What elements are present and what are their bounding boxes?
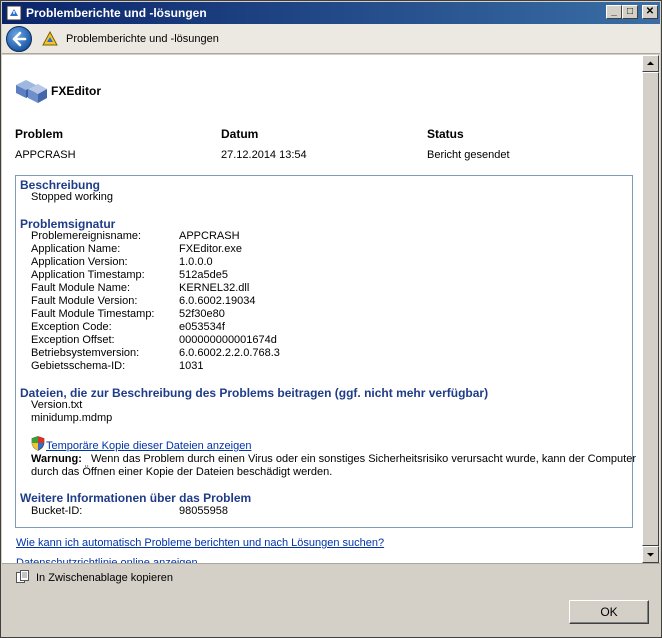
window-title: Problemberichte und -lösungen	[26, 6, 207, 20]
report-content: FXEditor Problem Datum Status APPCRASH 2…	[2, 55, 642, 563]
navigation-title: Problemberichte und -lösungen	[66, 33, 219, 45]
status-value: Bericht gesendet	[427, 149, 510, 161]
signature-value: 512a5de5	[179, 269, 228, 281]
scroll-down-button[interactable]	[642, 546, 659, 563]
scroll-thumb[interactable]	[642, 72, 659, 546]
ok-button[interactable]: OK	[569, 600, 649, 624]
bucket-id-label: Bucket-ID:	[31, 505, 83, 517]
description-text: Stopped working	[31, 191, 113, 203]
bucket-id-value: 98055958	[179, 505, 228, 517]
signature-label: Fault Module Name:	[31, 282, 131, 294]
file-item: Version.txt	[31, 399, 83, 411]
signature-label: Betriebsystemversion:	[31, 347, 140, 359]
signature-label: Exception Offset:	[31, 334, 115, 346]
auto-report-help-link[interactable]: Wie kann ich automatisch Probleme berich…	[16, 537, 384, 549]
signature-label: Application Name:	[31, 243, 121, 255]
signature-label: Problemereignisname:	[31, 230, 142, 242]
arrow-down-icon	[647, 553, 654, 557]
signature-label: Fault Module Timestamp:	[31, 308, 155, 320]
signature-label: Exception Code:	[31, 321, 112, 333]
date-header: Datum	[221, 127, 259, 141]
title-bar[interactable]: Problemberichte und -lösungen _ □ ✕	[2, 2, 660, 24]
navigation-bar: Problemberichte und -lösungen	[2, 24, 660, 54]
warning-text-line2: durch das Öffnen einer Kopie der Dateien…	[31, 466, 333, 478]
problem-reports-icon	[42, 31, 58, 46]
signature-value: 6.0.6002.2.2.0.768.3	[179, 347, 280, 359]
signature-label: Gebietsschema-ID:	[31, 360, 126, 372]
copy-to-clipboard-link[interactable]: In Zwischenablage kopieren	[36, 572, 173, 584]
vertical-scrollbar[interactable]	[642, 55, 660, 563]
back-arrow-icon	[12, 31, 27, 47]
status-header: Status	[427, 127, 464, 141]
problem-reports-icon	[6, 5, 22, 21]
signature-value: 52f30e80	[179, 308, 225, 320]
signature-label: Application Version:	[31, 256, 128, 268]
arrow-up-icon	[647, 61, 654, 65]
signature-value: 1.0.0.0	[179, 256, 213, 268]
back-button[interactable]	[6, 26, 32, 52]
file-item: minidump.mdmp	[31, 412, 113, 424]
problem-value: APPCRASH	[15, 149, 76, 161]
close-button[interactable]: ✕	[642, 5, 658, 19]
problem-reports-window: Problemberichte und -lösungen _ □ ✕ Prob…	[0, 0, 662, 638]
maximize-button[interactable]: □	[622, 5, 638, 19]
warning-label: Warnung:	[31, 453, 82, 465]
files-heading: Dateien, die zur Beschreibung des Proble…	[20, 386, 489, 400]
signature-value: 6.0.6002.19034	[179, 295, 256, 307]
application-icon	[16, 80, 47, 103]
signature-label: Application Timestamp:	[31, 269, 145, 281]
clipboard-copy-icon[interactable]	[16, 570, 29, 585]
problem-header: Problem	[15, 127, 64, 141]
signature-value: 000000000001674d	[179, 334, 277, 346]
signature-heading: Problemsignatur	[20, 217, 116, 231]
minimize-button[interactable]: _	[606, 5, 622, 19]
signature-value: 1031	[179, 360, 204, 372]
signature-value: APPCRASH	[179, 230, 240, 242]
report-details-box: Beschreibung Stopped working Problemsign…	[15, 175, 636, 528]
more-info-heading: Weitere Informationen über das Problem	[20, 491, 252, 505]
date-value: 27.12.2014 13:54	[221, 149, 307, 161]
show-temp-copy-link[interactable]: Temporäre Kopie dieser Dateien anzeigen	[46, 440, 251, 452]
security-shield-icon	[31, 436, 45, 451]
signature-value: e053534f	[179, 321, 225, 333]
description-heading: Beschreibung	[20, 178, 101, 192]
signature-value: KERNEL32.dll	[179, 282, 250, 294]
application-name: FXEditor	[51, 84, 101, 98]
scroll-up-button[interactable]	[642, 55, 659, 72]
warning-text-line1: Wenn das Problem durch einen Virus oder …	[91, 453, 636, 465]
signature-value: FXEditor.exe	[179, 243, 242, 255]
bottom-bar: In Zwischenablage kopieren OK	[2, 563, 660, 637]
signature-label: Fault Module Version:	[31, 295, 138, 307]
